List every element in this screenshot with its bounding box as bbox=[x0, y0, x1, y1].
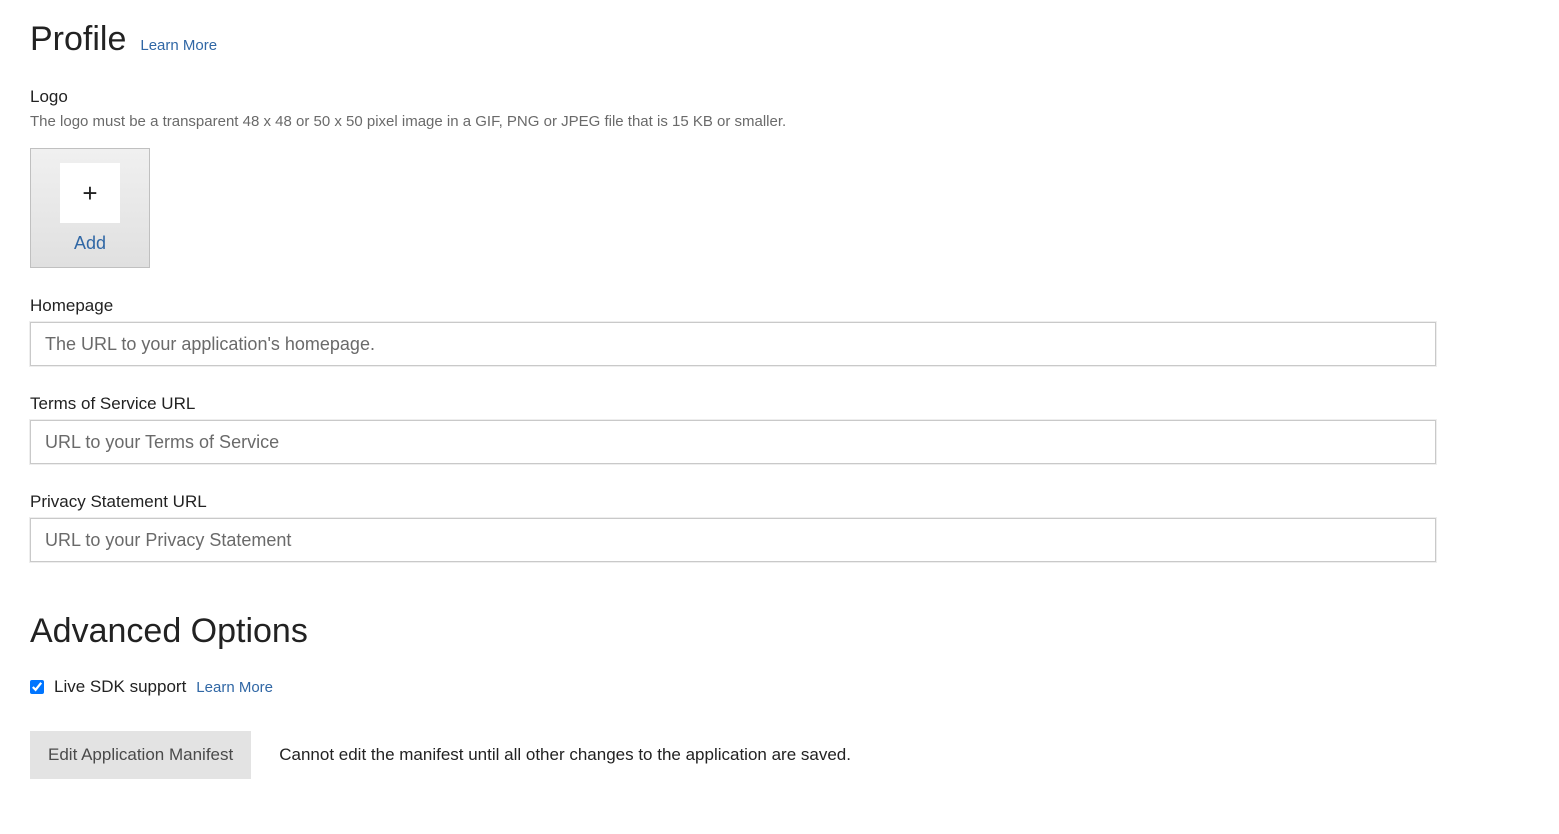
homepage-field-group: Homepage bbox=[30, 296, 1529, 366]
homepage-input[interactable] bbox=[30, 322, 1436, 366]
plus-icon: + bbox=[82, 180, 97, 206]
live-sdk-checkbox[interactable] bbox=[30, 680, 44, 694]
profile-learn-more-link[interactable]: Learn More bbox=[140, 37, 217, 54]
homepage-label: Homepage bbox=[30, 296, 1529, 316]
logo-field-group: Logo The logo must be a transparent 48 x… bbox=[30, 87, 1529, 268]
manifest-row: Edit Application Manifest Cannot edit th… bbox=[30, 731, 1529, 779]
edit-manifest-button[interactable]: Edit Application Manifest bbox=[30, 731, 251, 779]
logo-help-text: The logo must be a transparent 48 x 48 o… bbox=[30, 113, 1529, 130]
advanced-title: Advanced Options bbox=[30, 612, 1529, 651]
tos-field-group: Terms of Service URL bbox=[30, 394, 1529, 464]
privacy-field-group: Privacy Statement URL bbox=[30, 492, 1529, 562]
manifest-note: Cannot edit the manifest until all other… bbox=[279, 745, 851, 765]
advanced-section: Advanced Options Live SDK support Learn … bbox=[30, 612, 1529, 779]
tos-label: Terms of Service URL bbox=[30, 394, 1529, 414]
live-sdk-learn-more-link[interactable]: Learn More bbox=[196, 679, 273, 696]
privacy-input[interactable] bbox=[30, 518, 1436, 562]
profile-header: Profile Learn More bbox=[30, 20, 1529, 59]
live-sdk-row: Live SDK support Learn More bbox=[30, 677, 1529, 697]
logo-label: Logo bbox=[30, 87, 1529, 107]
add-logo-button[interactable]: + Add bbox=[30, 148, 150, 268]
tos-input[interactable] bbox=[30, 420, 1436, 464]
profile-title: Profile bbox=[30, 20, 126, 59]
privacy-label: Privacy Statement URL bbox=[30, 492, 1529, 512]
add-logo-inner: + bbox=[60, 163, 120, 223]
add-logo-label: Add bbox=[74, 233, 106, 254]
live-sdk-label: Live SDK support bbox=[54, 677, 186, 697]
